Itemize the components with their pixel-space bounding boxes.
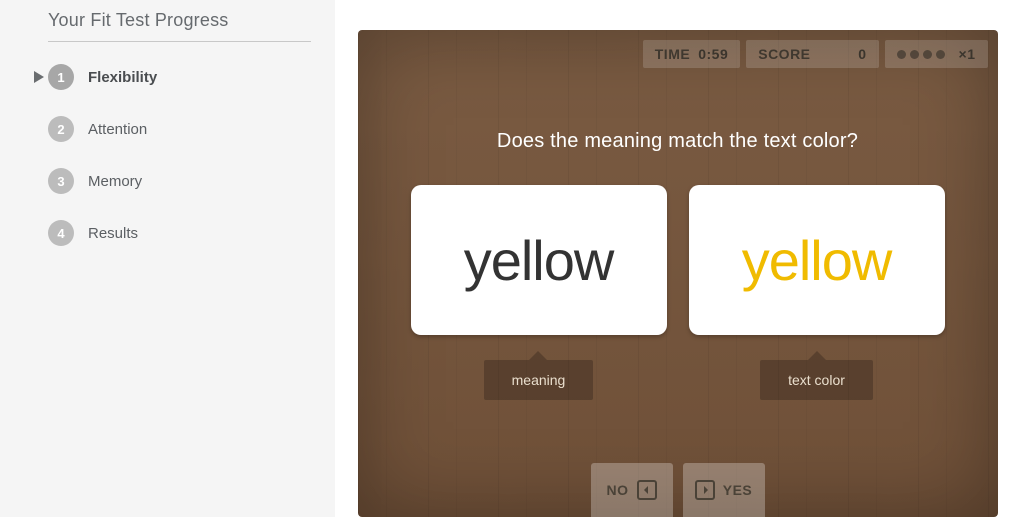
step-number: 1 bbox=[48, 64, 74, 90]
score-label: SCORE bbox=[758, 46, 810, 62]
step-memory[interactable]: 3 Memory bbox=[48, 168, 311, 194]
score-value: 0 bbox=[819, 46, 867, 62]
time-value: 0:59 bbox=[698, 46, 728, 62]
main-area: TIME 0:59 SCORE 0 ×1 Does the meaning ma… bbox=[335, 0, 1020, 517]
progress-sidebar: Your Fit Test Progress 1 Flexibility 2 A… bbox=[0, 0, 335, 517]
steps-list: 1 Flexibility 2 Attention 3 Memory 4 Res… bbox=[48, 64, 311, 246]
meaning-caption: meaning bbox=[484, 360, 594, 400]
sidebar-title: Your Fit Test Progress bbox=[48, 10, 311, 42]
step-number: 4 bbox=[48, 220, 74, 246]
step-attention[interactable]: 2 Attention bbox=[48, 116, 311, 142]
step-number: 2 bbox=[48, 116, 74, 142]
hud: TIME 0:59 SCORE 0 ×1 bbox=[643, 40, 988, 68]
hud-time: TIME 0:59 bbox=[643, 40, 740, 68]
streak-dots-icon bbox=[897, 50, 945, 59]
multiplier-value: ×1 bbox=[959, 46, 976, 62]
answer-buttons: NO YES bbox=[358, 463, 998, 517]
hud-score: SCORE 0 bbox=[746, 40, 878, 68]
captions-row: meaning text color bbox=[358, 360, 998, 400]
meaning-card: yellow bbox=[411, 185, 667, 335]
yes-button[interactable]: YES bbox=[683, 463, 765, 517]
no-label: NO bbox=[607, 482, 629, 498]
no-button[interactable]: NO bbox=[591, 463, 673, 517]
yes-label: YES bbox=[723, 482, 753, 498]
arrow-left-icon bbox=[637, 480, 657, 500]
step-flexibility[interactable]: 1 Flexibility bbox=[48, 64, 311, 90]
step-number: 3 bbox=[48, 168, 74, 194]
time-label: TIME bbox=[655, 46, 690, 62]
play-indicator-icon bbox=[30, 71, 48, 83]
step-results[interactable]: 4 Results bbox=[48, 220, 311, 246]
step-label: Attention bbox=[88, 121, 147, 138]
step-label: Flexibility bbox=[88, 69, 157, 86]
step-label: Memory bbox=[88, 173, 142, 190]
color-word: yellow bbox=[742, 228, 892, 293]
step-label: Results bbox=[88, 225, 138, 242]
color-card: yellow bbox=[689, 185, 945, 335]
game-board: TIME 0:59 SCORE 0 ×1 Does the meaning ma… bbox=[358, 30, 998, 517]
arrow-right-icon bbox=[695, 480, 715, 500]
hud-multiplier: ×1 bbox=[885, 40, 988, 68]
color-caption: text color bbox=[760, 360, 873, 400]
meaning-word: yellow bbox=[464, 228, 614, 293]
cards-row: yellow yellow bbox=[358, 185, 998, 335]
question-text: Does the meaning match the text color? bbox=[358, 130, 998, 153]
